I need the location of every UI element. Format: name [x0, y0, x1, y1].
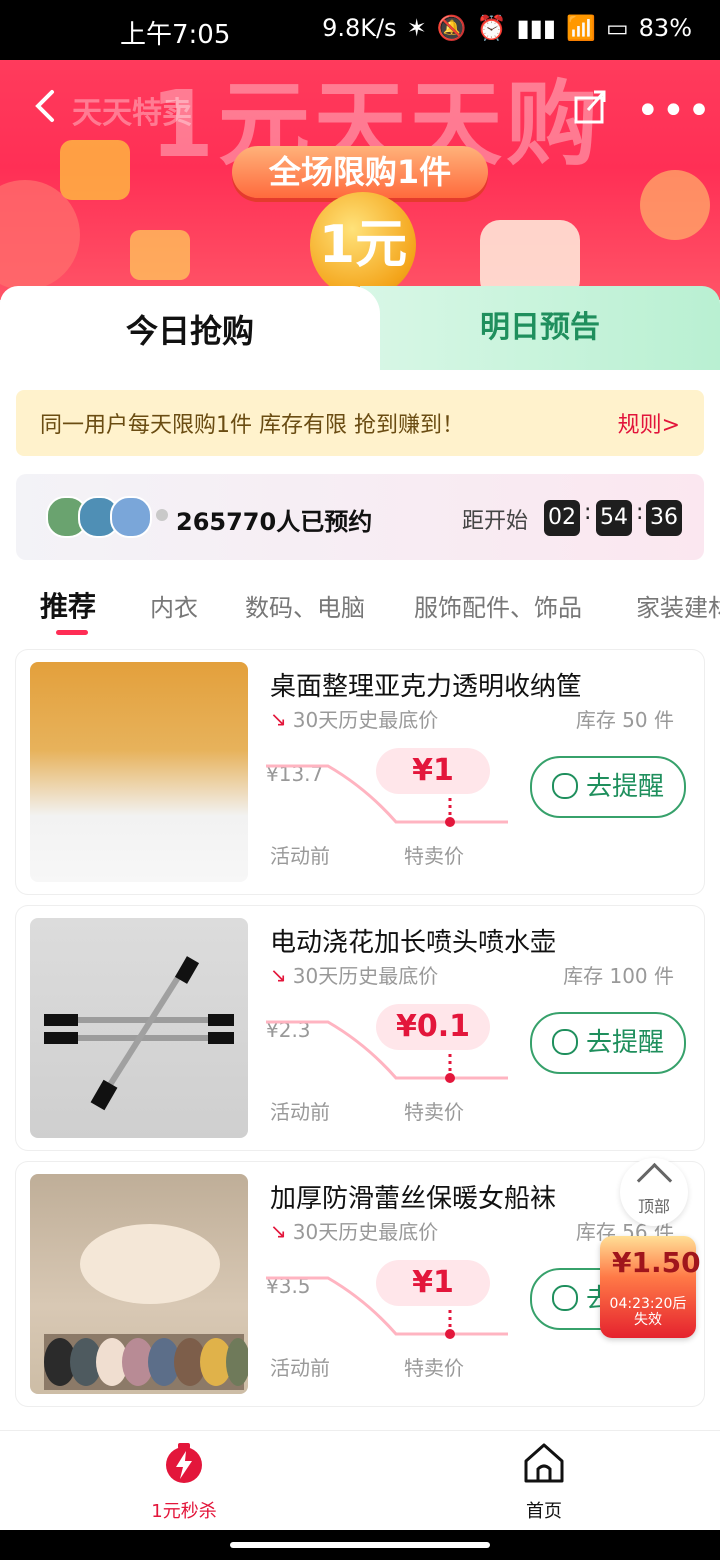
reserve-count: 265770人已预约 — [176, 508, 373, 536]
tab-tomorrow[interactable]: 明日预告 — [360, 286, 720, 370]
nav-home-label: 首页 — [526, 1501, 562, 1522]
timer-icon — [551, 1028, 578, 1055]
sale-label: 特卖价 — [404, 1356, 464, 1380]
bluetooth-icon: ✶ — [406, 14, 427, 42]
decor-box — [60, 140, 130, 200]
limit-pill: 全场限购1件 — [232, 146, 488, 198]
tab-today[interactable]: 今日抢购 — [0, 286, 380, 376]
coupon-expire: 04:23:20后失效 — [609, 1296, 687, 1328]
net-speed: 9.8K/s — [322, 14, 397, 42]
active-indicator — [56, 630, 88, 635]
battery-icon: ▭ — [605, 14, 629, 42]
category-tab[interactable]: 内衣 — [150, 588, 198, 623]
top-tabs: 明日预告 今日抢购 — [0, 286, 720, 376]
product-image[interactable] — [30, 1174, 250, 1394]
history-low: ↘ 30天历史最底价 — [270, 960, 438, 989]
battery-percent: 83% — [638, 14, 692, 42]
start-label: 距开始 — [462, 509, 529, 534]
remind-label: 去提醒 — [585, 1028, 664, 1058]
category-tab[interactable]: 家装建材 — [636, 588, 720, 623]
before-label: 活动前 — [270, 844, 330, 868]
back-button[interactable] — [26, 84, 66, 128]
red-packet-coupon[interactable]: ¥1.50 04:23:20后失效 — [600, 1236, 701, 1338]
coupon-amount: ¥1.50 — [612, 1246, 701, 1279]
nav-home[interactable]: 首页 — [454, 1439, 634, 1523]
notice-text: 同一用户每天限购1件 库存有限 抢到赚到！ — [40, 413, 464, 438]
product-title[interactable]: 电动浇花加长喷头喷水壶 — [270, 922, 556, 959]
remind-button[interactable]: 去提醒 — [530, 756, 686, 818]
mute-icon: 🔕 — [436, 14, 467, 42]
decor-clip — [130, 230, 190, 280]
timer-icon — [551, 1284, 578, 1311]
category-tab[interactable]: 推荐 — [40, 585, 96, 625]
product-card[interactable]: 桌面整理亚克力透明收纳筐 ↘ 30天历史最底价 库存 50 件 ¥13.7 ¥1… — [16, 650, 704, 894]
bottom-nav: 1元秒杀 首页 — [0, 1430, 720, 1531]
stock-label: 库存 50 件 — [575, 708, 674, 732]
home-icon — [524, 1443, 564, 1483]
history-low-label: 30天历史最底价 — [292, 1220, 439, 1244]
reserve-bar: 265770人已预约 距开始 02 : 54 : 36 — [16, 474, 704, 560]
nav-seckill-label: 1元秒杀 — [151, 1501, 217, 1522]
history-low: ↘ 30天历史最底价 — [270, 1216, 438, 1245]
countdown-seconds: 36 — [646, 500, 682, 536]
hero-faded-sub: 天天特卖 — [72, 96, 192, 131]
avatar — [110, 496, 152, 538]
category-tab[interactable]: 服饰配件、饰品 — [414, 588, 582, 623]
countdown-colon: : — [584, 500, 592, 525]
sale-price: ¥0.1 — [376, 1004, 490, 1050]
history-low-label: 30天历史最底价 — [292, 964, 439, 988]
product-title[interactable]: 桌面整理亚克力透明收纳筐 — [270, 666, 582, 703]
sale-price: ¥1 — [376, 1260, 490, 1306]
timer-icon — [551, 772, 578, 799]
decor-coin — [640, 170, 710, 240]
history-low-label: 30天历史最底价 — [292, 708, 439, 732]
product-image[interactable] — [30, 918, 248, 1138]
hero-banner: 1元天天购 天天特卖 全场限购1件 1元 — [0, 60, 720, 300]
history-low: ↘ 30天历史最底价 — [270, 704, 438, 733]
trend-down-icon: ↘ — [270, 962, 287, 987]
share-button[interactable] — [570, 84, 610, 128]
notice-bar: 同一用户每天限购1件 库存有限 抢到赚到！ 规则> — [16, 390, 704, 456]
category-tab[interactable]: 数码、电脑 — [245, 588, 365, 623]
more-button[interactable]: ••• — [636, 88, 713, 134]
nav-seckill[interactable]: 1元秒杀 — [94, 1439, 274, 1523]
avatar — [156, 509, 168, 521]
product-image[interactable] — [30, 662, 248, 882]
sale-label: 特卖价 — [404, 1100, 464, 1124]
share-icon — [574, 90, 606, 124]
status-bar: 上午7:05 9.8K/s ✶ 🔕 ⏰ ▮▮▮ 📶 ▭ 83% — [0, 0, 720, 60]
remind-label: 去提醒 — [585, 772, 664, 802]
avatar-stack — [46, 496, 168, 538]
stock-label: 库存 100 件 — [563, 964, 674, 988]
countdown-colon: : — [636, 500, 644, 525]
status-right: 9.8K/s ✶ 🔕 ⏰ ▮▮▮ 📶 ▭ 83% — [322, 14, 692, 42]
wifi-icon: 📶 — [566, 14, 596, 42]
socks-illustration — [44, 1224, 250, 1390]
lightning-icon — [166, 1443, 202, 1483]
coin-icon: 1元 — [310, 192, 416, 298]
trend-down-icon: ↘ — [270, 1218, 287, 1243]
sprayer-illustration — [44, 956, 234, 1111]
trend-down-icon: ↘ — [270, 706, 287, 731]
more-icon: ••• — [636, 88, 713, 134]
remind-button[interactable]: 去提醒 — [530, 1012, 686, 1074]
system-home-bar — [0, 1530, 720, 1560]
product-title[interactable]: 加厚防滑蕾丝保暖女船袜 — [270, 1178, 556, 1215]
home-indicator[interactable] — [230, 1542, 490, 1548]
category-tabs: 推荐 内衣 数码、电脑 服饰配件、饰品 家装建材 — [0, 580, 720, 640]
countdown-hours: 02 — [544, 500, 580, 536]
before-label: 活动前 — [270, 1356, 330, 1380]
product-card[interactable]: 电动浇花加长喷头喷水壶 ↘ 30天历史最底价 库存 100 件 ¥2.3 ¥0.… — [16, 906, 704, 1150]
sale-label: 特卖价 — [404, 844, 464, 868]
signal-icon: ▮▮▮ — [516, 14, 557, 42]
rules-link[interactable]: 规则> — [618, 407, 680, 439]
countdown-minutes: 54 — [596, 500, 632, 536]
before-label: 活动前 — [270, 1100, 330, 1124]
chevron-left-icon — [35, 90, 54, 122]
status-time: 上午7:05 — [120, 20, 231, 50]
sale-price: ¥1 — [376, 748, 490, 794]
alarm-icon: ⏰ — [476, 14, 507, 42]
scroll-top-button[interactable]: 顶部 — [620, 1158, 688, 1226]
